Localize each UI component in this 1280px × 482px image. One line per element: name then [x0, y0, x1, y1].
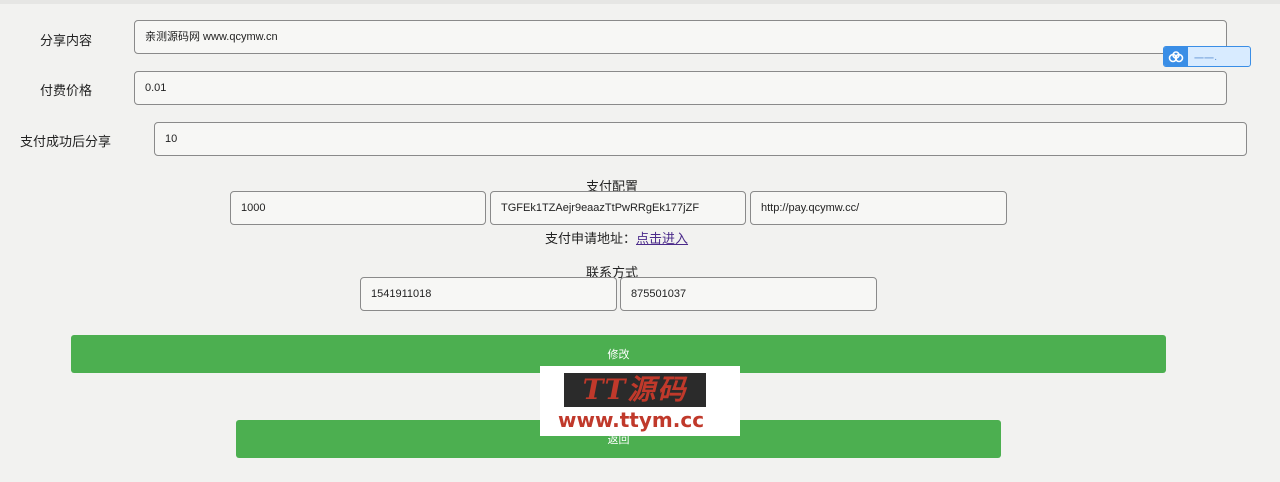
- contact-field-1[interactable]: 1541911018: [360, 277, 617, 311]
- widget-text: 一一·: [1194, 54, 1218, 65]
- baidu-cloud-icon: [1164, 47, 1188, 66]
- after-pay-share-label: 支付成功后分享: [20, 134, 112, 149]
- share-content-input[interactable]: 亲测源码网 www.qcymw.cn: [134, 20, 1227, 54]
- apply-address-link[interactable]: 点击进入: [636, 231, 688, 246]
- gateway-url-input[interactable]: http://pay.qcymw.cc/: [750, 191, 1007, 225]
- price-label: 付费价格: [40, 83, 93, 98]
- merchant-id-input[interactable]: 1000: [230, 191, 486, 225]
- watermark-badge: TT源码: [564, 373, 706, 407]
- after-pay-share-input[interactable]: 10: [154, 122, 1247, 156]
- share-content-label: 分享内容: [40, 33, 93, 48]
- merchant-key-input[interactable]: TGFEk1TZAejr9eaazTtPwRRgEk177jZF: [490, 191, 746, 225]
- page: 分享内容 亲测源码网 www.qcymw.cn 付费价格 0.01 支付成功后分…: [0, 0, 1280, 482]
- apply-address-row: 支付申请地址：点击进入: [545, 228, 688, 247]
- price-input[interactable]: 0.01: [134, 71, 1227, 105]
- cloud-widget[interactable]: 一一·: [1163, 46, 1251, 67]
- watermark-logo: TT源码 www.ttym.cc: [540, 366, 740, 436]
- watermark-url: www.ttym.cc: [558, 408, 705, 432]
- top-divider: [0, 0, 1280, 4]
- contact-field-2[interactable]: 875501037: [620, 277, 877, 311]
- apply-address-prefix: 支付申请地址：: [545, 231, 637, 246]
